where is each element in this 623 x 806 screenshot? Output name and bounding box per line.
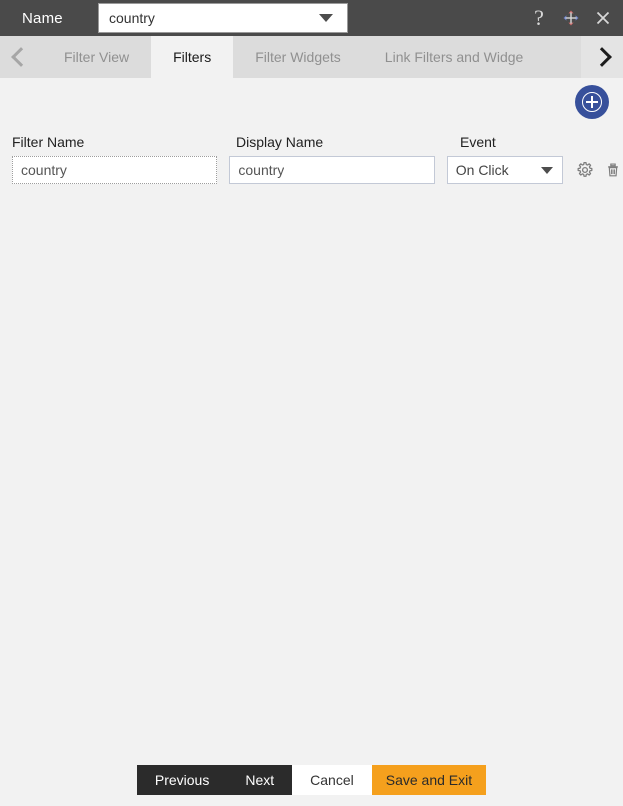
wizard-tabbar: Filter View Filters Filter Widgets Link … xyxy=(0,36,623,78)
move-icon[interactable] xyxy=(559,6,583,30)
wizard-footer: Previous Next Cancel Save and Exit xyxy=(0,765,623,795)
filter-name-field-wrap: country xyxy=(12,156,218,184)
cancel-button[interactable]: Cancel xyxy=(292,765,372,795)
tab-filter-view[interactable]: Filter View xyxy=(42,36,152,78)
add-filter-button[interactable] xyxy=(575,85,609,119)
tab-filters[interactable]: Filters xyxy=(151,36,234,78)
display-name-input[interactable]: country xyxy=(229,156,435,184)
save-and-exit-button[interactable]: Save and Exit xyxy=(371,765,487,795)
add-circle-icon xyxy=(582,92,602,112)
next-button[interactable]: Next xyxy=(227,765,293,795)
row-action-group xyxy=(575,160,623,180)
filter-name-label: Filter Name xyxy=(12,134,85,150)
tab-label: Filters xyxy=(173,49,212,65)
previous-button[interactable]: Previous xyxy=(136,765,228,795)
tab-label: Filter View xyxy=(64,49,130,65)
tabs-scroll-right-button[interactable] xyxy=(581,36,623,78)
event-dropdown[interactable]: On Click xyxy=(446,156,563,184)
tab-list: Filter View Filters Filter Widgets Link … xyxy=(42,36,623,78)
event-field-wrap: On Click xyxy=(446,156,563,184)
tab-link-filters-and-widgets[interactable]: Link Filters and Widge xyxy=(362,36,546,78)
trash-icon[interactable] xyxy=(603,160,623,180)
tab-label: Link Filters and Widge xyxy=(384,49,524,65)
name-dropdown[interactable]: country xyxy=(98,3,348,33)
tabs-scroll-left-button[interactable] xyxy=(0,36,42,78)
filters-header-row: Filter Name Display Name Event xyxy=(0,134,623,156)
filters-panel: Filter Name Display Name Event country c… xyxy=(0,78,623,806)
window-titlebar: Name country ? xyxy=(0,0,623,36)
tab-label: Filter Widgets xyxy=(255,49,341,65)
display-name-value: country xyxy=(238,162,285,178)
name-dropdown-value: country xyxy=(109,10,155,26)
name-label: Name xyxy=(22,9,63,27)
gear-icon[interactable] xyxy=(575,160,595,180)
filter-name-value: country xyxy=(21,162,67,178)
display-name-label: Display Name xyxy=(236,134,324,150)
tab-filter-widgets[interactable]: Filter Widgets xyxy=(233,36,363,78)
chevron-down-icon xyxy=(541,166,553,174)
close-icon[interactable] xyxy=(591,6,615,30)
filter-name-input[interactable]: country xyxy=(12,156,218,184)
chevron-right-icon xyxy=(592,47,612,67)
chevron-left-icon xyxy=(11,47,31,67)
display-name-field-wrap: country xyxy=(229,156,435,184)
event-dropdown-value: On Click xyxy=(455,162,509,178)
titlebar-icon-group: ? xyxy=(527,0,615,36)
event-label: Event xyxy=(460,134,496,150)
chevron-down-icon xyxy=(319,14,333,22)
help-icon[interactable]: ? xyxy=(527,6,551,30)
filters-form: Filter Name Display Name Event country c… xyxy=(0,134,623,184)
table-row: country country On Click xyxy=(0,156,623,184)
